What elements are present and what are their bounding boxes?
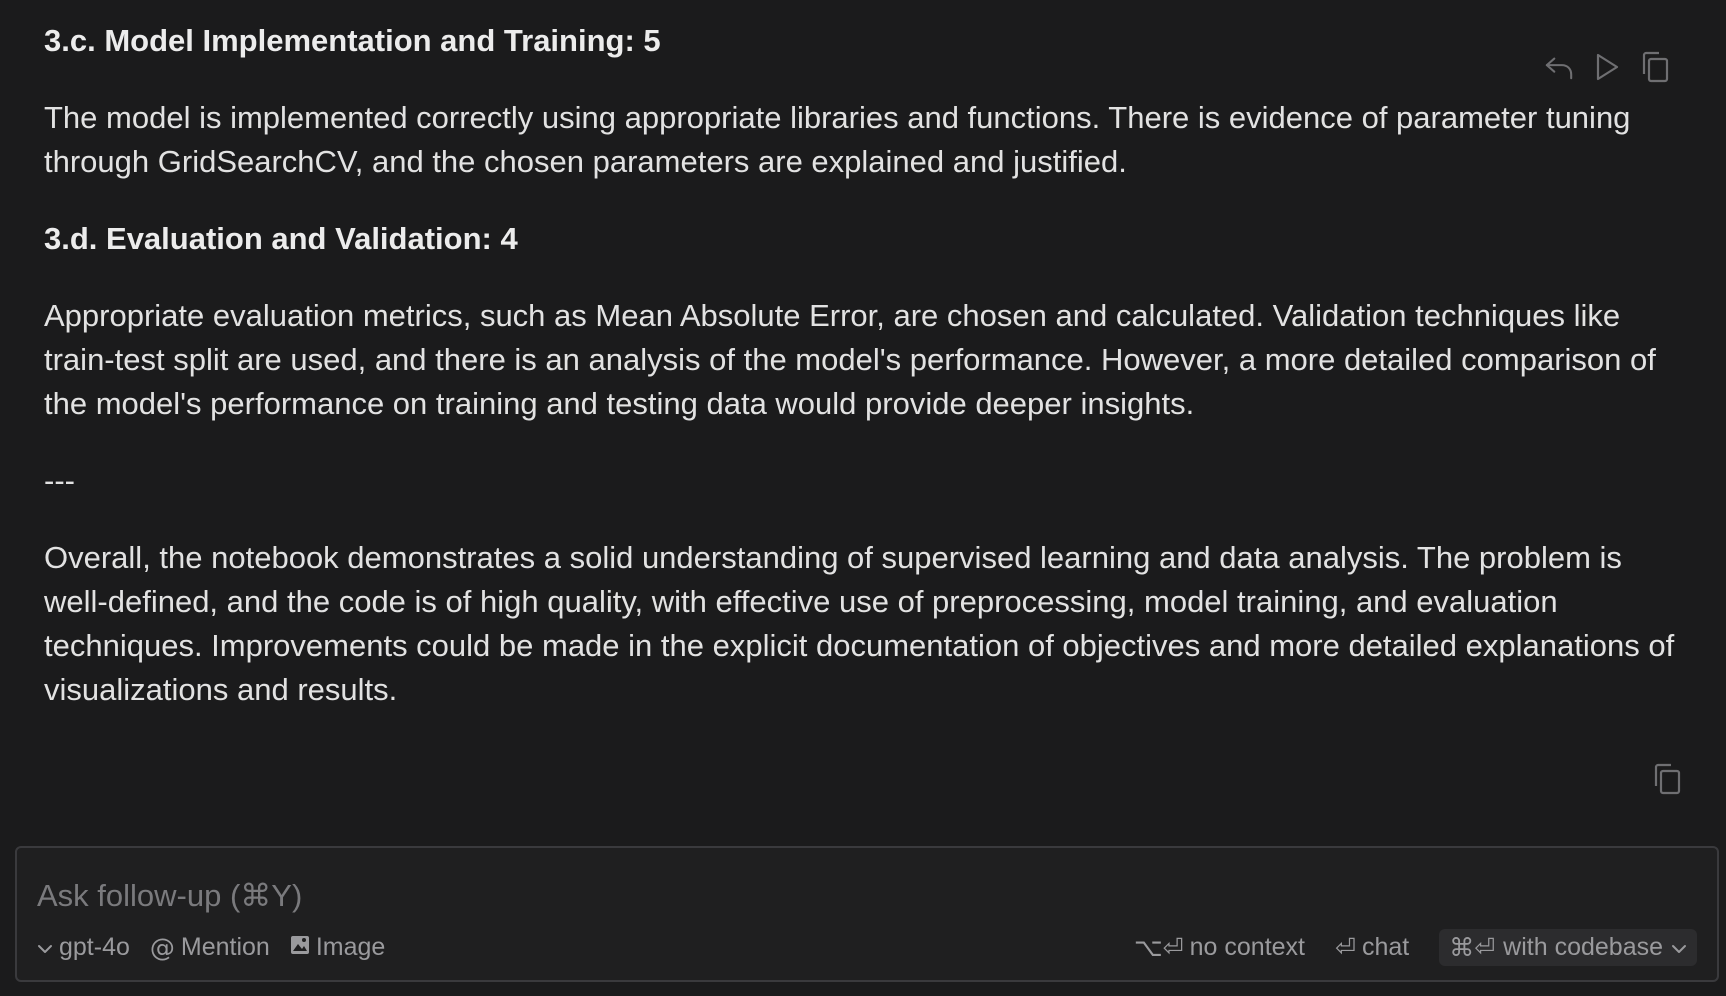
copy-icon[interactable] bbox=[1640, 50, 1670, 84]
chevron-down-icon[interactable] bbox=[1671, 933, 1687, 962]
separator: --- bbox=[44, 463, 75, 498]
no-context-button[interactable]: ⌥⏎ no context bbox=[1134, 933, 1305, 962]
undo-icon[interactable] bbox=[1544, 50, 1574, 84]
copy-message-icon[interactable] bbox=[1652, 762, 1682, 796]
section-body: Appropriate evaluation metrics, such as … bbox=[44, 298, 1656, 421]
summary-paragraph: Overall, the notebook demonstrates a sol… bbox=[44, 540, 1675, 707]
at-icon: @ bbox=[149, 932, 175, 962]
no-context-label: no context bbox=[1189, 932, 1305, 961]
enter-shortcut: ⏎ bbox=[1335, 932, 1356, 962]
followup-composer: gpt-4o @ Mention Image bbox=[15, 846, 1719, 982]
section-heading: 3.d. Evaluation and Validation: 4 bbox=[44, 221, 518, 256]
model-selector[interactable]: gpt-4o bbox=[37, 933, 130, 962]
mention-label: Mention bbox=[180, 932, 270, 961]
followup-input[interactable] bbox=[37, 878, 1437, 914]
with-codebase-button[interactable]: ⌘⏎ with codebase bbox=[1439, 928, 1697, 966]
play-icon[interactable] bbox=[1592, 50, 1622, 84]
chat-panel: 3.c. Model Implementation and Training: … bbox=[0, 0, 1726, 996]
chat-label: chat bbox=[1361, 932, 1410, 961]
chat-button[interactable]: ⏎ chat bbox=[1335, 933, 1409, 962]
with-codebase-label: with codebase bbox=[1503, 932, 1663, 961]
image-button[interactable]: Image bbox=[290, 933, 385, 962]
model-label: gpt-4o bbox=[59, 932, 130, 961]
composer-toolbar: gpt-4o @ Mention Image ⌥⏎ no context ⏎ c… bbox=[37, 926, 1697, 968]
message-actions bbox=[1544, 50, 1670, 84]
option-enter-shortcut: ⌥⏎ bbox=[1133, 932, 1184, 962]
section-heading: 3.c. Model Implementation and Training: … bbox=[44, 23, 661, 58]
mention-button[interactable]: @ Mention bbox=[150, 933, 270, 962]
section-body: The model is implemented correctly using… bbox=[44, 100, 1631, 179]
image-label: Image bbox=[315, 932, 386, 961]
image-icon bbox=[290, 933, 310, 962]
chevron-down-icon bbox=[37, 933, 53, 962]
cmd-enter-shortcut: ⌘⏎ bbox=[1449, 932, 1496, 962]
